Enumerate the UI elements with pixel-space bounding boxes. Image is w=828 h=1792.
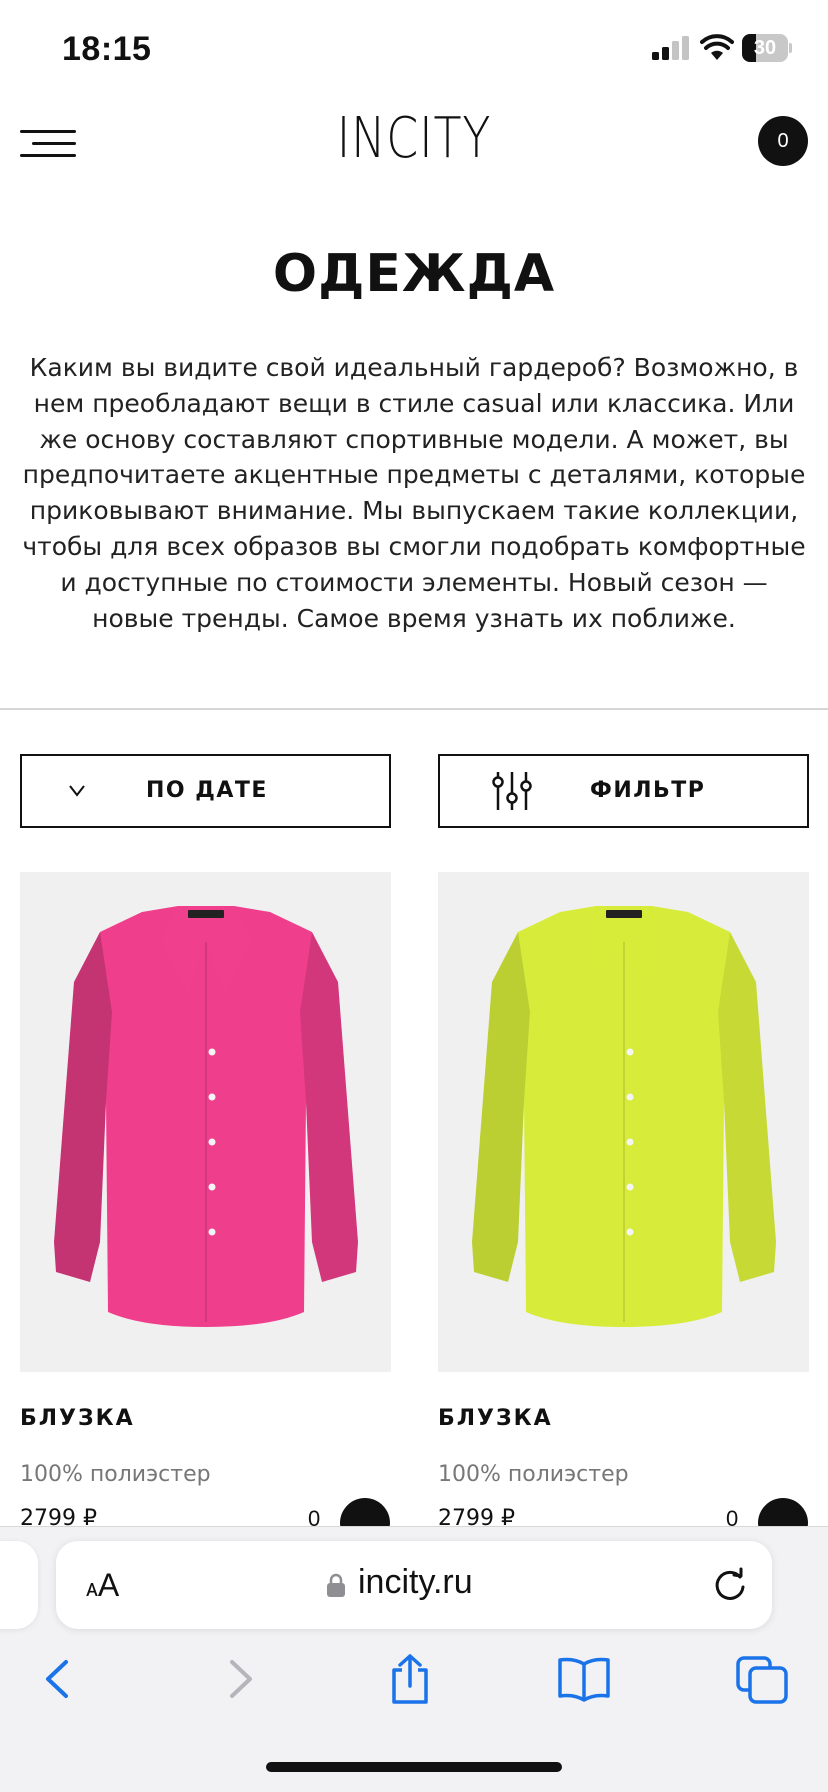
page-description: Каким вы видите свой идеальный гардероб?… bbox=[22, 353, 806, 633]
product-card[interactable]: БЛУЗКА 100% полиэстер 2799 ₽ 0 bbox=[20, 872, 391, 1548]
blouse-image bbox=[54, 906, 358, 1327]
site-header: INCITY 0 bbox=[0, 100, 828, 220]
wifi-icon bbox=[700, 34, 734, 60]
product-card[interactable]: БЛУЗКА 100% полиэстер 2799 ₽ 0 bbox=[438, 872, 809, 1548]
previous-tab-preview[interactable] bbox=[0, 1541, 38, 1629]
filter-button[interactable]: ФИЛЬТР bbox=[438, 754, 809, 828]
sort-label: ПО ДАТЕ bbox=[146, 778, 268, 803]
battery-level: 30 bbox=[753, 37, 777, 59]
site-logo[interactable]: INCITY bbox=[75, 106, 754, 171]
status-bar: 18:15 30 bbox=[0, 0, 828, 100]
page-title: ОДЕЖДА bbox=[272, 244, 556, 304]
divider bbox=[0, 708, 828, 710]
chevron-down-icon bbox=[69, 785, 85, 797]
sliders-icon bbox=[492, 772, 532, 810]
tabs-icon[interactable] bbox=[734, 1654, 790, 1704]
product-name[interactable]: БЛУЗКА bbox=[20, 1406, 135, 1431]
battery-indicator: 30 bbox=[742, 34, 792, 62]
text-size-button[interactable]: ᴀA bbox=[86, 1567, 119, 1604]
back-arrow-icon[interactable] bbox=[32, 1654, 88, 1704]
sort-button[interactable]: ПО ДАТЕ bbox=[20, 754, 391, 828]
address-bar[interactable]: ᴀA incity.ru bbox=[56, 1541, 772, 1629]
battery-tip bbox=[789, 43, 792, 53]
product-image[interactable] bbox=[20, 872, 391, 1372]
home-indicator bbox=[266, 1762, 562, 1772]
reload-icon[interactable] bbox=[710, 1565, 750, 1605]
blouse-image bbox=[472, 906, 776, 1327]
hamburger-menu-icon-line bbox=[32, 142, 76, 145]
url-text: incity.ru bbox=[358, 1563, 473, 1601]
cellular-signal-icon bbox=[652, 36, 689, 60]
share-icon[interactable] bbox=[382, 1654, 438, 1704]
bookmarks-book-icon[interactable] bbox=[556, 1654, 612, 1704]
cart-button[interactable]: 0 bbox=[758, 116, 808, 166]
battery-icon: 30 bbox=[742, 34, 788, 62]
product-material: 100% полиэстер bbox=[20, 1462, 211, 1487]
product-material: 100% полиэстер bbox=[438, 1462, 629, 1487]
filter-label: ФИЛЬТР bbox=[590, 778, 706, 803]
menu-button[interactable] bbox=[20, 124, 78, 164]
hamburger-menu-icon bbox=[20, 130, 76, 133]
product-name[interactable]: БЛУЗКА bbox=[438, 1406, 553, 1431]
lock-icon bbox=[327, 1573, 345, 1597]
product-image[interactable] bbox=[438, 872, 809, 1372]
forward-arrow-icon[interactable] bbox=[210, 1654, 266, 1704]
status-time: 18:15 bbox=[62, 30, 152, 68]
hamburger-menu-icon-line bbox=[20, 154, 76, 157]
